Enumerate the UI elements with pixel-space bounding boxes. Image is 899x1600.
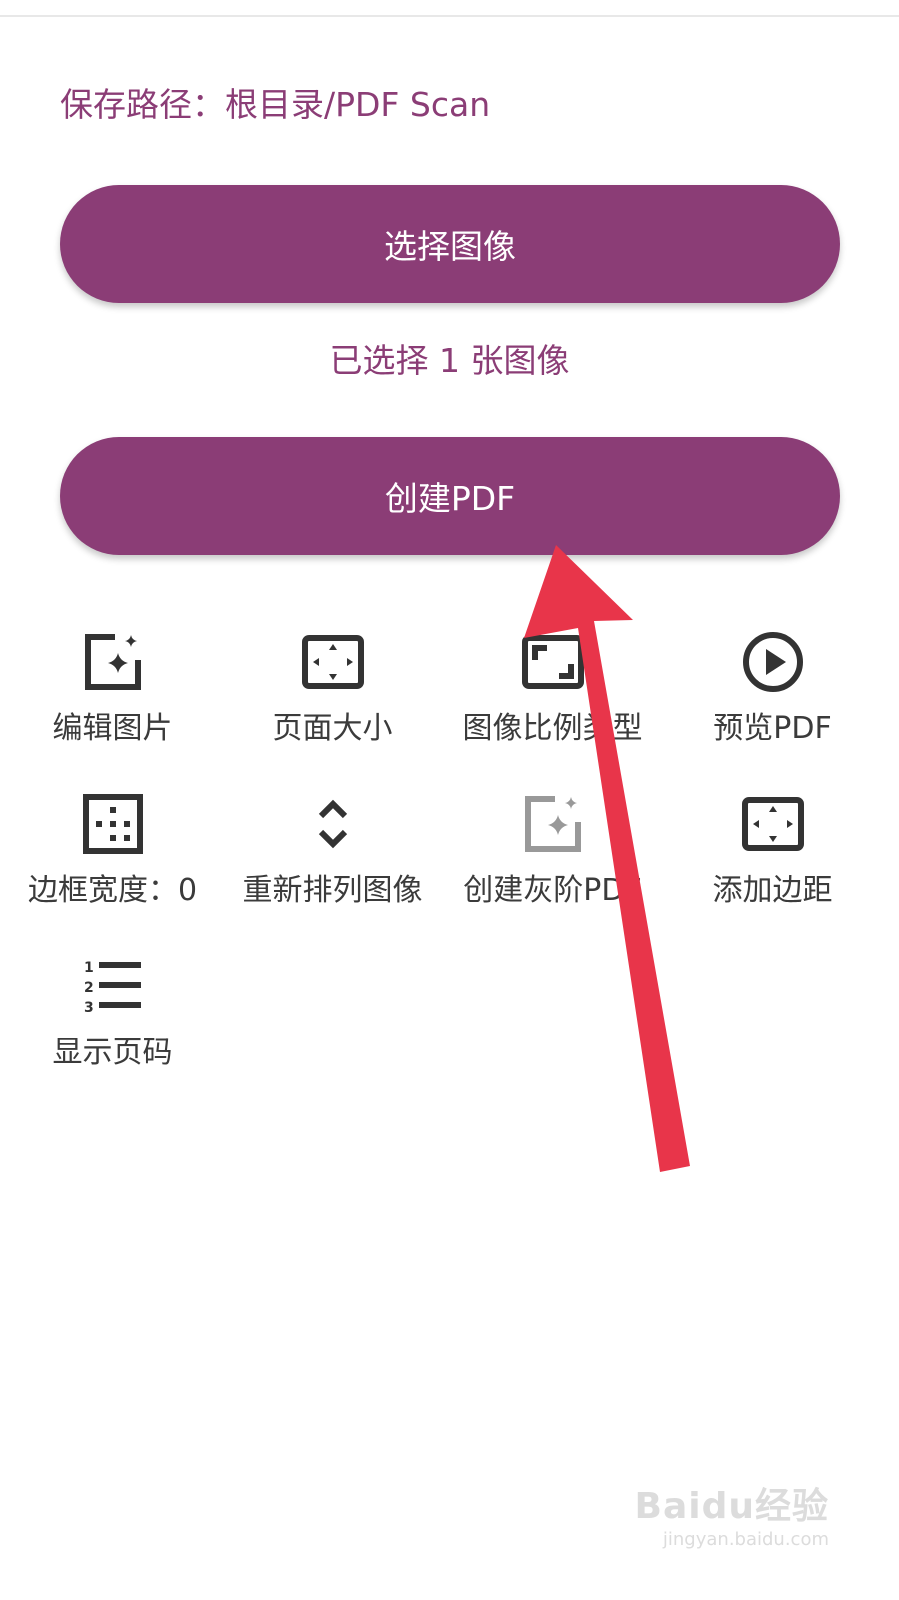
margin-icon — [741, 797, 804, 851]
selected-count-text: 已选择 1 张图像 — [329, 341, 570, 380]
option-rearrange-images[interactable]: 重新排列图像 — [220, 792, 445, 927]
save-path-text: 保存路径：根目录/PDF Scan — [60, 85, 491, 124]
option-show-page-numbers[interactable]: 1 2 3 显示页码 — [0, 954, 225, 1089]
top-divider — [0, 15, 899, 17]
select-images-button[interactable]: 选择图像 — [60, 185, 840, 303]
image-scale-icon — [521, 635, 584, 689]
option-label: 页面大小 — [272, 711, 393, 746]
option-create-grayscale-pdf[interactable]: 创建灰阶PDF — [440, 792, 665, 927]
page-size-icon — [301, 635, 364, 689]
option-border-width[interactable]: 边框宽度：0 — [0, 792, 225, 927]
option-label: 图像比例类型 — [462, 711, 643, 746]
border-icon — [82, 794, 143, 854]
reorder-icon — [318, 799, 347, 849]
grayscale-icon — [524, 796, 581, 852]
option-label: 预览PDF — [713, 711, 832, 746]
svg-text:3: 3 — [84, 1000, 94, 1016]
baidu-watermark: Baidu经验 jingyan.baidu.com — [635, 1477, 829, 1550]
option-label: 编辑图片 — [52, 711, 173, 746]
play-icon — [742, 632, 803, 692]
watermark-url: jingyan.baidu.com — [662, 1529, 829, 1550]
watermark-logo: Baidu经验 — [634, 1486, 829, 1527]
option-label: 显示页码 — [52, 1035, 173, 1070]
option-label: 添加边距 — [712, 873, 833, 908]
svg-text:1: 1 — [84, 960, 94, 976]
create-pdf-button[interactable]: 创建PDF — [60, 437, 840, 555]
page-numbers-icon: 1 2 3 — [84, 960, 141, 1016]
option-preview-pdf[interactable]: 预览PDF — [660, 630, 885, 765]
option-label: 重新排列图像 — [242, 873, 423, 908]
option-page-size[interactable]: 页面大小 — [220, 630, 445, 765]
option-label: 边框宽度：0 — [27, 873, 198, 908]
option-add-margin[interactable]: 添加边距 — [660, 792, 885, 927]
svg-text:2: 2 — [84, 980, 94, 996]
option-label: 创建灰阶PDF — [463, 873, 642, 908]
option-image-scale-type[interactable]: 图像比例类型 — [440, 630, 665, 765]
option-edit-images[interactable]: 编辑图片 — [0, 630, 225, 765]
edit-image-icon — [84, 634, 141, 690]
